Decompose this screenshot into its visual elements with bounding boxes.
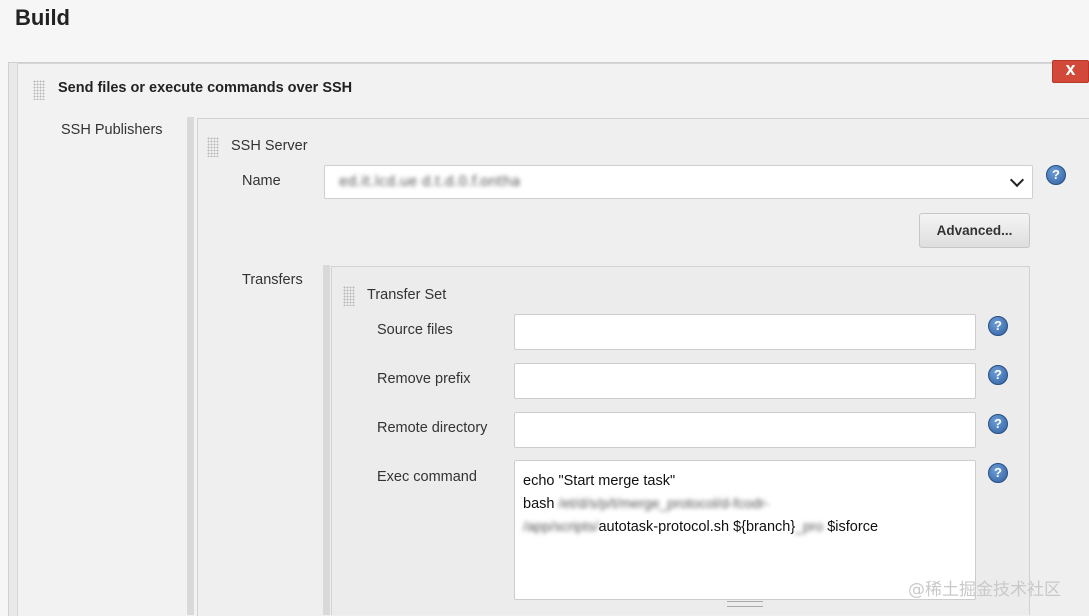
chevron-down-icon (1009, 172, 1025, 188)
exec-line-2-redacted: /et/d/s/p/t/merge_protocol/d-fcodr- (554, 495, 770, 511)
source-files-input[interactable] (514, 314, 976, 350)
transfer-set-heading: Transfer Set (367, 287, 447, 303)
delete-step-button[interactable]: X (1052, 60, 1089, 83)
remote-directory-label: Remote directory (377, 420, 488, 436)
exec-line-2: bash /et/d/s/p/t/merge_protocol/d-fcodr- (523, 492, 967, 515)
server-name-label: Name (242, 173, 281, 189)
exec-line-3: /app/scripts/autotask-protocol.sh ${bran… (523, 515, 967, 538)
transfers-label: Transfers (242, 272, 303, 288)
step-title: Send files or execute commands over SSH (58, 80, 353, 96)
step-drag-handle[interactable] (33, 80, 45, 100)
server-name-select[interactable]: ed.it.lcd.ue d.t.d.0.f.ontha (324, 165, 1033, 199)
source-files-label: Source files (377, 322, 453, 338)
help-icon[interactable]: ? (988, 316, 1008, 336)
exec-command-textarea[interactable]: echo "Start merge task" bash /et/d/s/p/t… (514, 460, 976, 600)
help-icon[interactable]: ? (1046, 165, 1066, 185)
advanced-button[interactable]: Advanced... (919, 213, 1030, 248)
exec-line-3-redacted: /app/scripts/ (523, 518, 599, 534)
exec-line-2-prefix: bash (523, 496, 555, 512)
server-drag-handle[interactable] (207, 137, 219, 157)
publishers-indent-bar (187, 117, 194, 615)
transfer-drag-handle[interactable] (343, 286, 355, 306)
server-name-value: ed.it.lcd.ue d.t.d.0.f.ontha (339, 174, 521, 190)
exec-line-3-tail: $isforce (823, 519, 879, 535)
help-icon[interactable]: ? (988, 463, 1008, 483)
ssh-server-heading: SSH Server (231, 138, 308, 154)
transfers-indent-bar (323, 265, 330, 615)
exec-line-3-text: autotask-protocol.sh ${branch} (598, 519, 796, 535)
exec-line-1: echo "Start merge task" (523, 473, 676, 489)
exec-line-3-redacted-2: _pro (795, 518, 824, 534)
help-icon[interactable]: ? (988, 365, 1008, 385)
textarea-resize-handle[interactable] (727, 601, 763, 607)
page-title: Build (15, 5, 70, 30)
remove-prefix-label: Remove prefix (377, 371, 471, 387)
watermark: @稀土掘金技术社区 (908, 580, 1061, 600)
exec-command-label: Exec command (377, 469, 477, 485)
remove-prefix-input[interactable] (514, 363, 976, 399)
ssh-publishers-label: SSH Publishers (61, 122, 163, 138)
help-icon[interactable]: ? (988, 414, 1008, 434)
remote-directory-input[interactable] (514, 412, 976, 448)
